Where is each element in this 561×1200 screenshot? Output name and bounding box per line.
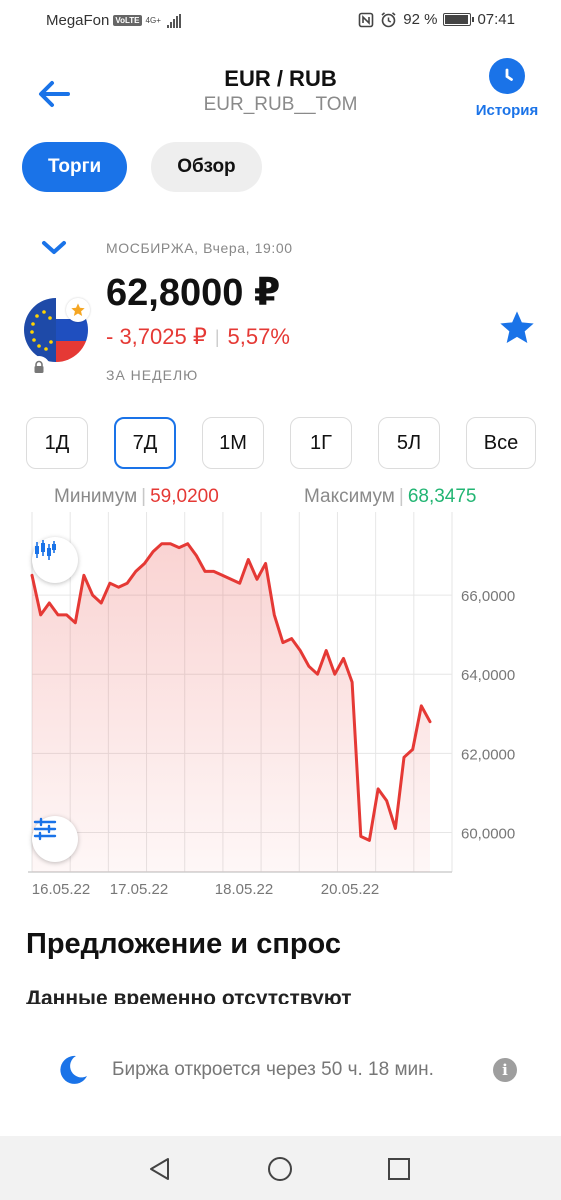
battery-icon bbox=[443, 13, 475, 26]
circle-home-icon bbox=[268, 1157, 292, 1181]
range-min: Минимум | 59,0200 bbox=[54, 486, 219, 508]
candlestick-toggle-button[interactable] bbox=[32, 537, 78, 583]
exchange-time: МОСБИРЖА, Вчера, 19:00 bbox=[106, 240, 293, 256]
chart-canvas: 66,0000 64,0000 62,0000 60,0000 16.05.22 17.… bbox=[28, 512, 515, 898]
volte-badge: VoLTE bbox=[113, 15, 142, 26]
tab-bar: Торги Обзор bbox=[22, 142, 262, 192]
favorite-button[interactable] bbox=[497, 308, 537, 353]
history-button[interactable]: История bbox=[475, 58, 539, 119]
nfc-icon bbox=[358, 12, 374, 27]
change-percent: 5,57% bbox=[227, 324, 290, 349]
current-price: 62,8000 ₽ bbox=[106, 272, 281, 314]
y-tick-label: 64,0000 bbox=[461, 667, 515, 684]
price-chart[interactable]: 66,0000 64,0000 62,0000 60,0000 16.05.22 17.… bbox=[0, 512, 561, 902]
quote-block: МОСБИРЖА, Вчера, 19:00 62,8000 ₽ - 3,702… bbox=[0, 232, 561, 392]
period-1d-button[interactable]: 1Д bbox=[26, 417, 88, 469]
y-tick-label: 62,0000 bbox=[461, 746, 515, 763]
signal-icon bbox=[166, 13, 181, 28]
change-separator: | bbox=[214, 326, 220, 347]
history-label: История bbox=[475, 102, 539, 119]
period-5y-button[interactable]: 5Л bbox=[378, 417, 440, 469]
tab-overview[interactable]: Обзор bbox=[151, 142, 262, 192]
status-bar: MegaFon VoLTE 4G+ 92 % 07:41 bbox=[0, 0, 561, 42]
max-value: 68,3475 bbox=[407, 486, 477, 507]
period-selector: 1Д 7Д 1М 1Г 5Л Все bbox=[26, 417, 536, 469]
system-nav-bar bbox=[0, 1136, 561, 1200]
tab-trading[interactable]: Торги bbox=[22, 142, 128, 192]
header: EUR / RUB EUR_RUB__TOM История bbox=[0, 52, 561, 132]
period-1y-button[interactable]: 1Г bbox=[290, 417, 352, 469]
nav-home-button[interactable] bbox=[265, 1154, 295, 1184]
x-tick-label: 18.05.22 bbox=[215, 881, 273, 898]
orderbook-empty-text: Данные временно отсутствуют bbox=[26, 987, 352, 1004]
chart-settings-button[interactable] bbox=[32, 816, 78, 862]
max-label: Максимум bbox=[304, 486, 395, 507]
square-recents-icon bbox=[388, 1158, 410, 1180]
period-all-button[interactable]: Все bbox=[466, 417, 536, 469]
expand-button[interactable] bbox=[40, 238, 68, 263]
min-separator: | bbox=[141, 486, 147, 507]
change-absolute: - 3,7025 ₽ bbox=[106, 324, 207, 349]
price-range: Минимум | 59,0200 Максимум | 68,3475 bbox=[0, 486, 561, 510]
clock-icon bbox=[505, 68, 513, 81]
exchange-status-text: Биржа откроется через 50 ч. 18 мин. bbox=[112, 1059, 434, 1080]
carrier-name: MegaFon bbox=[46, 12, 110, 29]
price-change: - 3,7025 ₽ | 5,57% bbox=[106, 324, 290, 350]
period-1m-button[interactable]: 1М bbox=[202, 417, 264, 469]
y-tick-label: 66,0000 bbox=[461, 588, 515, 605]
orderbook-title: Предложение и спрос bbox=[26, 928, 342, 960]
period-7d-button[interactable]: 7Д bbox=[114, 417, 176, 469]
network-type: 4G+ bbox=[145, 15, 161, 25]
triangle-back-icon bbox=[150, 1158, 169, 1180]
period-label: ЗА НЕДЕЛЮ bbox=[106, 367, 199, 383]
candlestick-icon bbox=[35, 540, 56, 560]
star-icon bbox=[71, 303, 85, 316]
nav-back-button[interactable] bbox=[145, 1154, 175, 1184]
exchange-status: Биржа откроется через 50 ч. 18 мин. i bbox=[0, 1050, 561, 1090]
alarm-icon bbox=[381, 12, 396, 28]
min-value: 59,0200 bbox=[150, 486, 219, 507]
battery-percent: 92 % bbox=[403, 11, 438, 28]
clock: 07:41 bbox=[477, 11, 515, 28]
orderbook-empty: Данные временно отсутствуют bbox=[26, 986, 426, 1004]
y-tick-label: 60,0000 bbox=[461, 825, 515, 842]
range-max: Максимум | 68,3475 bbox=[304, 486, 477, 508]
nav-recents-button[interactable] bbox=[384, 1154, 414, 1184]
lock-icon bbox=[34, 360, 44, 373]
max-separator: | bbox=[398, 486, 404, 507]
min-label: Минимум bbox=[54, 486, 138, 507]
star-icon bbox=[500, 311, 534, 343]
favorite-badge bbox=[66, 298, 90, 322]
moon-icon bbox=[60, 1055, 87, 1084]
sliders-icon bbox=[33, 817, 57, 841]
info-icon[interactable]: i bbox=[493, 1058, 517, 1082]
x-tick-label: 16.05.22 bbox=[32, 881, 90, 898]
eu-stars-icon bbox=[30, 310, 53, 351]
chevron-down-icon bbox=[42, 241, 66, 254]
x-tick-label: 17.05.22 bbox=[110, 881, 168, 898]
lock-badge bbox=[28, 356, 50, 378]
x-tick-label: 20.05.22 bbox=[321, 881, 379, 898]
